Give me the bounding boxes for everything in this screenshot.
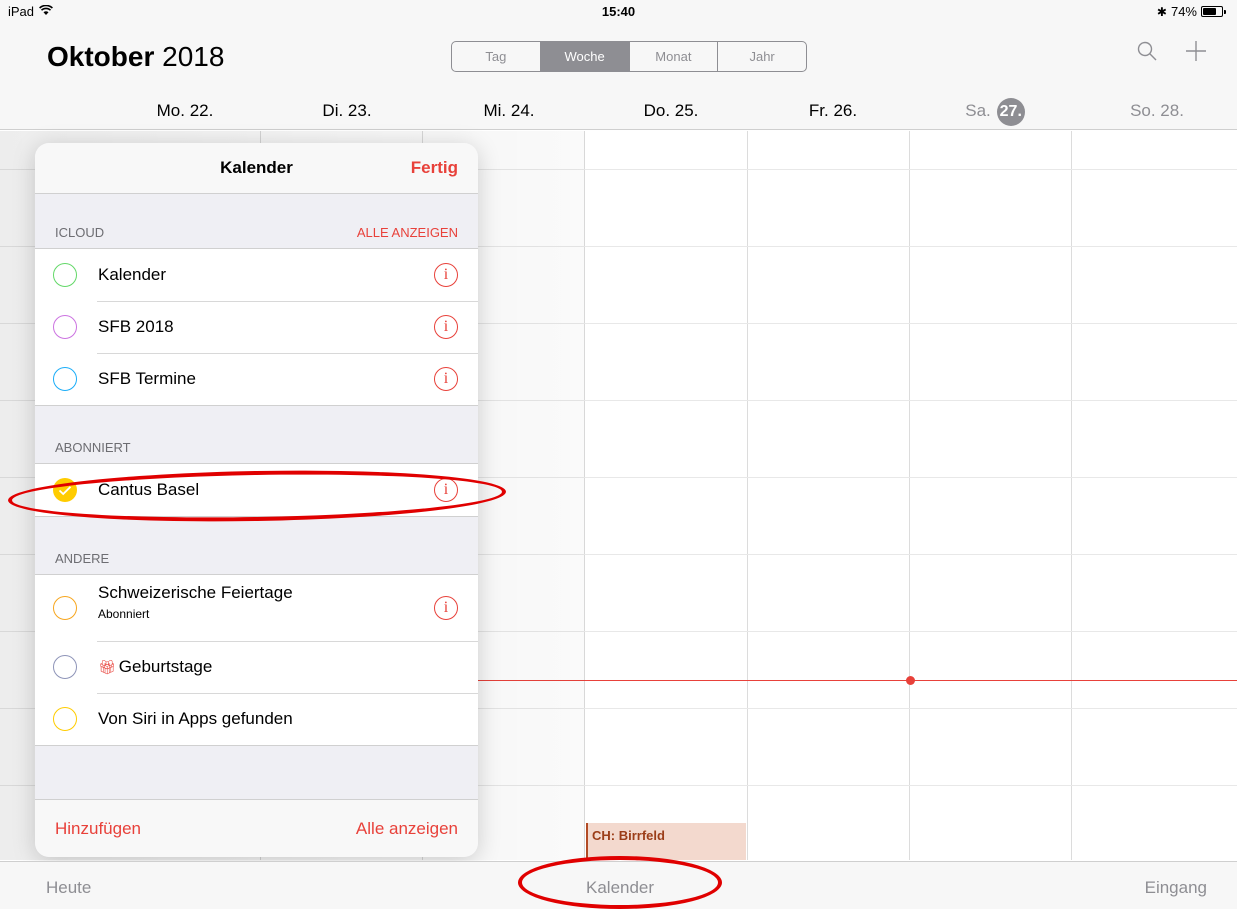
calendar-row[interactable]: SFB Termine i [35,353,478,405]
today-badge: 27. [996,97,1025,126]
info-icon[interactable]: i [434,263,458,287]
status-bar: iPad 15:40 ✱ 74% [0,0,1237,22]
segment-year[interactable]: Jahr [718,42,806,71]
annotation-oval [518,856,722,909]
day-header[interactable]: Fr. 26. [752,93,914,129]
calendar-toggle-circle[interactable] [53,655,77,679]
add-calendar-button[interactable]: Hinzufügen [55,819,141,839]
day-header[interactable]: Do. 25. [590,93,752,129]
section-header-other: ANDERE [35,517,478,574]
clock: 15:40 [601,4,636,19]
day-header[interactable]: Di. 23. [266,93,428,129]
section-label: ANDERE [55,551,110,566]
popover-header: Kalender Fertig [35,143,478,194]
battery-fill [1203,8,1217,15]
month-name: Oktober [47,41,155,72]
segment-month[interactable]: Monat [630,42,719,71]
calendar-toggle-circle[interactable] [53,315,77,339]
calendar-toggle-circle[interactable] [53,707,77,731]
today-button[interactable]: Heute [46,878,91,898]
calendar-name: Schweizerische Feiertage [98,583,293,602]
today-weekday: Sa. [965,101,991,120]
weekday-row: Mo. 22. Di. 23. Mi. 24. Do. 25. Fr. 26. … [0,93,1237,129]
section-label: ABONNIERT [55,440,131,455]
segment-week[interactable]: Woche [540,42,630,71]
year-label: 2018 [162,41,225,72]
calendar-name: SFB 2018 [98,317,174,336]
section-header-subscribed: ABONNIERT [35,406,478,463]
view-segmented-control: Tag Woche Monat Jahr [451,41,807,72]
add-icon[interactable] [1185,40,1207,67]
calendar-name: Geburtstage [118,657,213,676]
calendar-row[interactable]: Schweizerische Feiertage Abonniert i [35,575,478,641]
show-all-icloud-button[interactable]: ALLE ANZEIGEN [357,225,458,240]
done-button[interactable]: Fertig [411,158,458,178]
calendar-toggle-circle[interactable] [53,596,77,620]
calendar-subtitle: Abonniert [98,607,150,621]
calendar-name-wrap: 🎁︎ Geburtstage [98,657,212,677]
calendar-toggle-circle[interactable] [53,367,77,391]
calendar-header: Oktober 2018 Tag Woche Monat Jahr Mo. 22… [0,22,1237,130]
month-title: Oktober 2018 [47,41,224,73]
show-all-button[interactable]: Alle anzeigen [356,819,458,839]
calendar-row[interactable]: Kalender i [35,249,478,301]
calendar-toggle-circle[interactable] [53,263,77,287]
calendar-row[interactable]: Von Siri in Apps gefunden [35,693,478,745]
other-calendar-list: Schweizerische Feiertage Abonniert i 🎁︎ G… [35,574,478,746]
event-block[interactable]: CH: Birrfeld [586,823,746,860]
day-header[interactable]: So. 28. [1076,93,1237,129]
section-label: ICLOUD [55,225,105,240]
calendar-name: SFB Termine [98,369,196,388]
calendar-row[interactable]: 🎁︎ Geburtstage [35,641,478,693]
battery-icon [1201,6,1226,17]
search-icon[interactable] [1137,41,1157,66]
calendar-name: Kalender [98,265,167,284]
grid-divider [909,131,910,860]
grid-divider [747,131,748,860]
day-header[interactable]: Mo. 22. [104,93,266,129]
current-time-line [478,680,1237,681]
gift-icon: 🎁︎ [98,659,116,675]
bluetooth-icon: ✱ [1156,4,1167,19]
calendar-row[interactable]: SFB 2018 i [35,301,478,353]
inbox-button[interactable]: Eingang [1145,878,1207,898]
icloud-calendar-list: Kalender i SFB 2018 i SFB Termine i [35,248,478,406]
section-header-icloud: ICLOUD ALLE ANZEIGEN [35,194,478,248]
day-header[interactable]: Mi. 24. [428,93,590,129]
grid-divider [1071,131,1072,860]
popover-footer: Hinzufügen Alle anzeigen [35,799,478,857]
segment-day[interactable]: Tag [452,42,541,71]
day-header-today[interactable]: Sa. 27. [914,93,1076,129]
info-icon[interactable]: i [434,315,458,339]
battery-percent: 74% [1170,4,1197,19]
info-icon[interactable]: i [434,596,458,620]
info-icon[interactable]: i [434,367,458,391]
calendar-name: Von Siri in Apps gefunden [98,709,293,728]
current-time-dot [906,676,915,685]
